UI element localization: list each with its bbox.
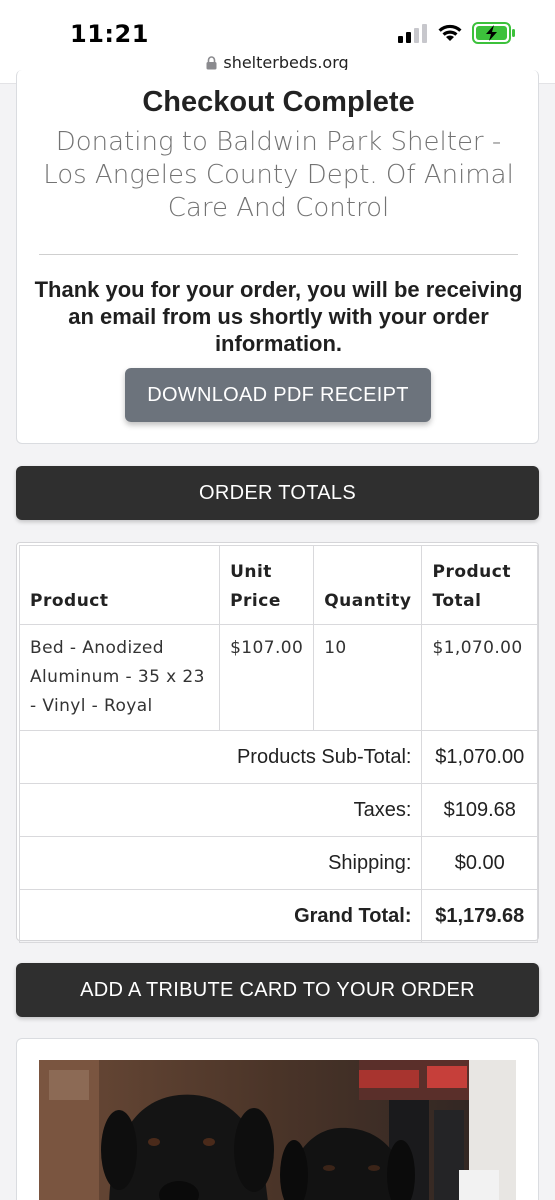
taxes-label: Taxes:	[18, 783, 423, 837]
product-name: Bed - Anodized Aluminum - 35 x 23 - Viny…	[18, 624, 221, 731]
table-row: Bed - Anodized Aluminum - 35 x 23 - Viny…	[18, 624, 538, 731]
grand-total-value: $1,179.68	[421, 889, 538, 943]
order-totals-table: Product Unit Price Quantity Product Tota…	[18, 545, 538, 943]
wifi-icon	[438, 24, 462, 41]
photo-card	[16, 1038, 539, 1200]
signal-icon	[398, 24, 427, 43]
lock-icon	[206, 56, 217, 70]
status-time: 11:21	[70, 20, 149, 48]
order-totals-table-card: Product Unit Price Quantity Product Tota…	[16, 542, 539, 943]
column-header-quantity: Quantity	[313, 545, 423, 625]
column-header-product: Product	[18, 545, 221, 625]
shipping-row: Shipping: $0.00	[18, 836, 538, 890]
add-tribute-card-button[interactable]: ADD A TRIBUTE CARD TO YOUR ORDER	[16, 963, 539, 1017]
shelter-name: Donating to Baldwin Park Shelter - Los A…	[43, 127, 514, 223]
shipping-value: $0.00	[421, 836, 538, 890]
column-header-unit-price: Unit Price	[219, 545, 315, 625]
subtotal-value: $1,070.00	[421, 730, 538, 784]
subtotal-label: Products Sub-Total:	[18, 730, 423, 784]
shipping-label: Shipping:	[18, 836, 423, 890]
dogs-photo	[39, 1060, 516, 1200]
battery-charging-icon	[472, 22, 515, 44]
column-header-product-total: Product Total	[421, 545, 538, 625]
taxes-row: Taxes: $109.68	[18, 783, 538, 837]
checkout-card: Checkout Complete Donating to Baldwin Pa…	[16, 70, 539, 444]
taxes-value: $109.68	[421, 783, 538, 837]
grand-total-row: Grand Total: $1,179.68	[18, 889, 538, 943]
page-title: Checkout Complete	[142, 86, 415, 118]
order-totals-header: ORDER TOTALS	[16, 466, 539, 520]
black-labrador-dogs-image	[39, 1060, 516, 1200]
divider	[39, 254, 518, 255]
table-header-row: Product Unit Price Quantity Product Tota…	[18, 545, 538, 625]
subtotal-row: Products Sub-Total: $1,070.00	[18, 730, 538, 784]
thank-you-message: Thank you for your order, you will be re…	[34, 277, 523, 356]
product-total: $1,070.00	[421, 624, 538, 731]
download-pdf-receipt-button[interactable]: DOWNLOAD PDF RECEIPT	[125, 368, 431, 422]
quantity: 10	[313, 624, 423, 731]
grand-total-label: Grand Total:	[18, 889, 423, 943]
unit-price: $107.00	[219, 624, 315, 731]
